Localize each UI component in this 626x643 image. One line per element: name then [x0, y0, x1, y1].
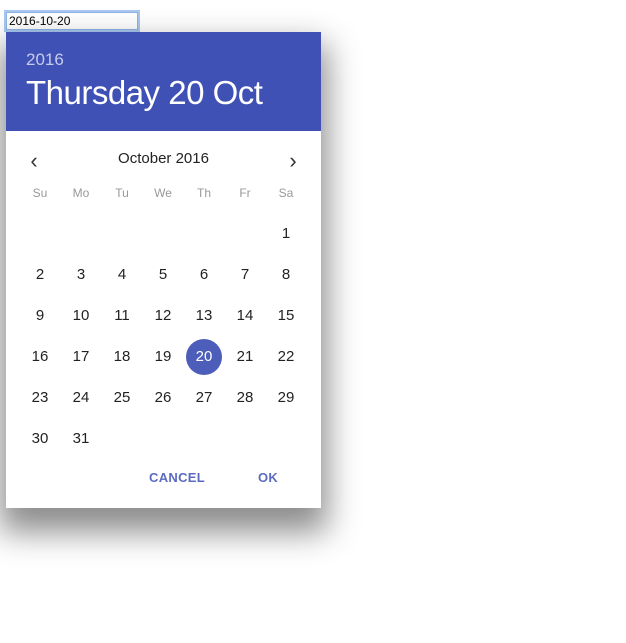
- weekday-label: Su: [32, 186, 48, 200]
- month-label: October 2016: [118, 150, 209, 167]
- day-cell[interactable]: 21: [227, 339, 263, 375]
- weekday-label: We: [154, 186, 172, 200]
- day-cell[interactable]: 16: [22, 339, 58, 375]
- weekday-label: Th: [196, 186, 211, 200]
- day-cell[interactable]: 29: [268, 380, 304, 416]
- day-cell[interactable]: 23: [22, 380, 58, 416]
- day-selected[interactable]: 20: [186, 339, 222, 375]
- day-cell[interactable]: 6: [186, 257, 222, 293]
- chevron-right-icon[interactable]: ›: [281, 150, 305, 174]
- weekday-label: Fr: [239, 186, 251, 200]
- day-cell[interactable]: 4: [104, 257, 140, 293]
- selected-year[interactable]: 2016: [26, 50, 64, 70]
- day-cell[interactable]: 8: [268, 257, 304, 293]
- day-cell[interactable]: 12: [145, 298, 181, 334]
- date-picker-header: 2016 Thursday 20 Oct: [6, 32, 321, 131]
- day-cell[interactable]: 11: [104, 298, 140, 334]
- day-cell[interactable]: 25: [104, 380, 140, 416]
- day-cell[interactable]: 5: [145, 257, 181, 293]
- day-cell[interactable]: 9: [22, 298, 58, 334]
- day-cell[interactable]: 30: [22, 421, 58, 457]
- day-cell[interactable]: 19: [145, 339, 181, 375]
- weekday-label: Tu: [115, 186, 129, 200]
- date-input[interactable]: [6, 12, 138, 30]
- day-cell[interactable]: 17: [63, 339, 99, 375]
- day-cell[interactable]: 1: [268, 216, 304, 252]
- chevron-left-icon[interactable]: ‹: [22, 150, 46, 174]
- selected-date[interactable]: Thursday 20 Oct: [26, 74, 263, 112]
- day-cell[interactable]: 3: [63, 257, 99, 293]
- cancel-button[interactable]: CANCEL: [149, 470, 205, 485]
- day-cell[interactable]: 26: [145, 380, 181, 416]
- ok-button[interactable]: OK: [258, 470, 278, 485]
- date-picker-dialog: 2016 Thursday 20 Oct October 2016 ‹ › Su…: [6, 32, 321, 508]
- day-cell[interactable]: 15: [268, 298, 304, 334]
- day-cell[interactable]: 7: [227, 257, 263, 293]
- weekday-label: Mo: [72, 186, 90, 200]
- weekday-label: Sa: [278, 186, 294, 200]
- day-cell[interactable]: 10: [63, 298, 99, 334]
- day-cell[interactable]: 18: [104, 339, 140, 375]
- day-cell[interactable]: 2: [22, 257, 58, 293]
- day-cell[interactable]: 27: [186, 380, 222, 416]
- day-cell[interactable]: 31: [63, 421, 99, 457]
- day-cell[interactable]: 22: [268, 339, 304, 375]
- day-cell[interactable]: 24: [63, 380, 99, 416]
- day-cell[interactable]: 14: [227, 298, 263, 334]
- day-cell[interactable]: 28: [227, 380, 263, 416]
- day-cell[interactable]: 13: [186, 298, 222, 334]
